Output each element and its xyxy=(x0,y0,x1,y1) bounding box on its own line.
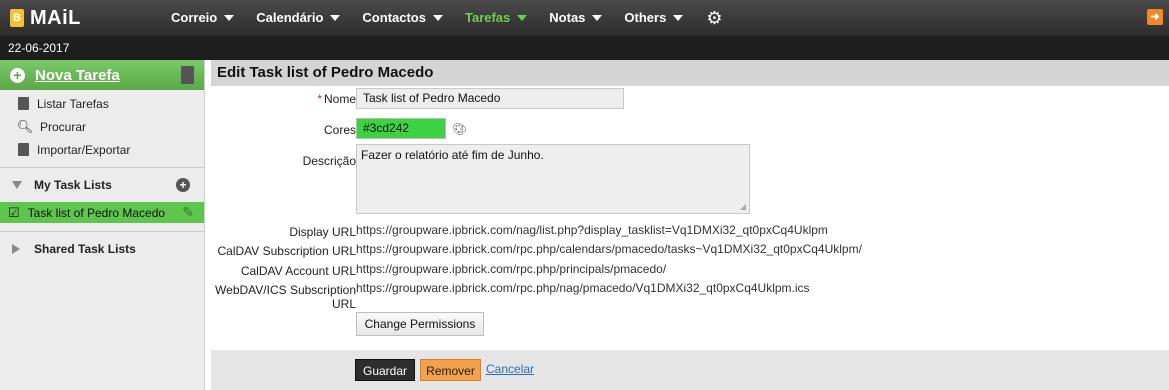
sidebar: + Nova Tarefa Listar Tarefas 🔍︎ Procurar… xyxy=(0,60,205,390)
sidebar-item-import-export[interactable]: Importar/Exportar xyxy=(0,138,204,161)
menu-tarefas-label: Tarefas xyxy=(464,10,511,25)
import-export-icon xyxy=(18,143,29,156)
change-permissions-button[interactable]: Change Permissions xyxy=(356,312,484,336)
sidebar-item-search[interactable]: 🔍︎ Procurar xyxy=(0,115,204,138)
menu-contactos-label: Contactos xyxy=(362,10,426,25)
description-label: Descrição xyxy=(302,154,356,168)
menu-calendario-label: Calendário xyxy=(256,10,324,25)
caldav-subscription-url-label: CalDAV Subscription URL xyxy=(217,244,357,258)
color-picker-icon[interactable]: 🎨︎ xyxy=(452,122,467,136)
menu-correio[interactable]: Correio xyxy=(160,0,245,36)
display-url-label: Display URL xyxy=(289,225,356,239)
resize-grip-icon[interactable]: ◢ xyxy=(740,202,746,211)
logout-icon[interactable]: ➜ xyxy=(1147,9,1163,25)
colors-label: Cores xyxy=(323,123,356,137)
name-label-text: Nome xyxy=(323,92,356,106)
webdav-url-label-line1: WebDAV/ICS Subscription xyxy=(215,283,356,297)
menu-notas[interactable]: Notas xyxy=(538,0,613,36)
sidebar-item-list-tasks[interactable]: Listar Tarefas xyxy=(0,92,204,115)
save-button[interactable]: Guardar xyxy=(355,359,415,381)
sidebar-item-label: Listar Tarefas xyxy=(37,96,109,111)
plus-circle-icon: + xyxy=(10,67,25,83)
my-task-lists-header[interactable]: My Task Lists + xyxy=(0,168,204,202)
webdav-url-value: https://groupware.ipbrick.com/rpc.php/na… xyxy=(356,281,810,295)
display-url-value: https://groupware.ipbrick.com/nag/list.p… xyxy=(356,223,828,237)
shared-task-lists-title: Shared Task Lists xyxy=(34,242,136,256)
chevron-down-icon xyxy=(224,15,235,21)
edit-pencil-icon[interactable]: ✎ xyxy=(182,204,194,221)
form-actions-bar: Guardar Remover Cancelar xyxy=(211,350,1169,390)
brand-logo-icon: B xyxy=(10,9,24,27)
task-list-label: Task list of Pedro Macedo xyxy=(27,205,166,220)
gear-icon[interactable]: ⚙ xyxy=(694,8,734,29)
color-field[interactable]: #3cd242 xyxy=(356,118,446,139)
main-panel: Edit Task list of Pedro Macedo * Nome Tas… xyxy=(211,60,1169,390)
new-task-button[interactable]: + Nova Tarefa xyxy=(0,60,204,90)
main-menu: Correio Calendário Contactos Tarefas Not… xyxy=(160,0,734,36)
menu-tarefas[interactable]: Tarefas xyxy=(454,0,538,36)
name-field[interactable]: Task list of Pedro Macedo xyxy=(356,88,624,109)
chevron-down-icon xyxy=(330,15,341,21)
caldav-subscription-url-value: https://groupware.ipbrick.com/rpc.php/ca… xyxy=(356,242,862,256)
menu-others-label: Others xyxy=(624,10,667,25)
page-title: Edit Task list of Pedro Macedo xyxy=(211,60,1169,86)
name-label: * Nome xyxy=(317,92,356,106)
menu-correio-label: Correio xyxy=(171,10,218,25)
webdav-url-label-line2: URL xyxy=(331,297,356,311)
sidebar-item-label: Procurar xyxy=(40,119,87,134)
chevron-down-icon xyxy=(517,15,528,21)
webdav-url-label: WebDAV/ICS Subscription URL xyxy=(215,283,356,311)
caldav-account-url-label: CalDAV Account URL xyxy=(240,264,356,278)
expand-right-icon xyxy=(12,244,20,254)
date-bar: 22-06-2017 xyxy=(0,36,1169,60)
caldav-account-url-value: https://groupware.ipbrick.com/rpc.php/pr… xyxy=(356,262,667,276)
brand[interactable]: B MAiL xyxy=(0,0,160,36)
chevron-down-icon xyxy=(432,15,443,21)
top-nav-bar: B MAiL Correio Calendário Contactos Tare… xyxy=(0,0,1169,36)
sidebar-item-label: Importar/Exportar xyxy=(37,142,131,157)
new-task-label: Nova Tarefa xyxy=(35,66,120,84)
shared-task-lists-header[interactable]: Shared Task Lists xyxy=(0,232,204,266)
description-field[interactable]: Fazer o relatório até fim de Junho. ◢ xyxy=(356,144,750,214)
my-task-lists-title: My Task Lists xyxy=(34,178,112,192)
search-icon: 🔍︎ xyxy=(16,118,34,134)
clipboard-icon xyxy=(18,97,29,110)
description-text: Fazer o relatório até fim de Junho. xyxy=(361,148,544,162)
clipboard-icon xyxy=(181,66,194,84)
brand-name: MAiL xyxy=(30,6,81,29)
menu-notas-label: Notas xyxy=(549,10,586,25)
expand-down-icon xyxy=(12,181,22,189)
remove-button[interactable]: Remover xyxy=(420,359,481,381)
checkbox-checked-icon: ☑ xyxy=(8,204,20,220)
menu-calendario[interactable]: Calendário xyxy=(245,0,351,36)
task-list-item[interactable]: ☑ Task list of Pedro Macedo ✎ xyxy=(0,202,204,223)
cancel-link[interactable]: Cancelar xyxy=(486,362,534,376)
menu-others[interactable]: Others xyxy=(613,0,694,36)
chevron-down-icon xyxy=(592,15,603,21)
chevron-down-icon xyxy=(673,15,684,21)
menu-contactos[interactable]: Contactos xyxy=(351,0,454,36)
add-list-icon[interactable]: + xyxy=(176,178,190,192)
